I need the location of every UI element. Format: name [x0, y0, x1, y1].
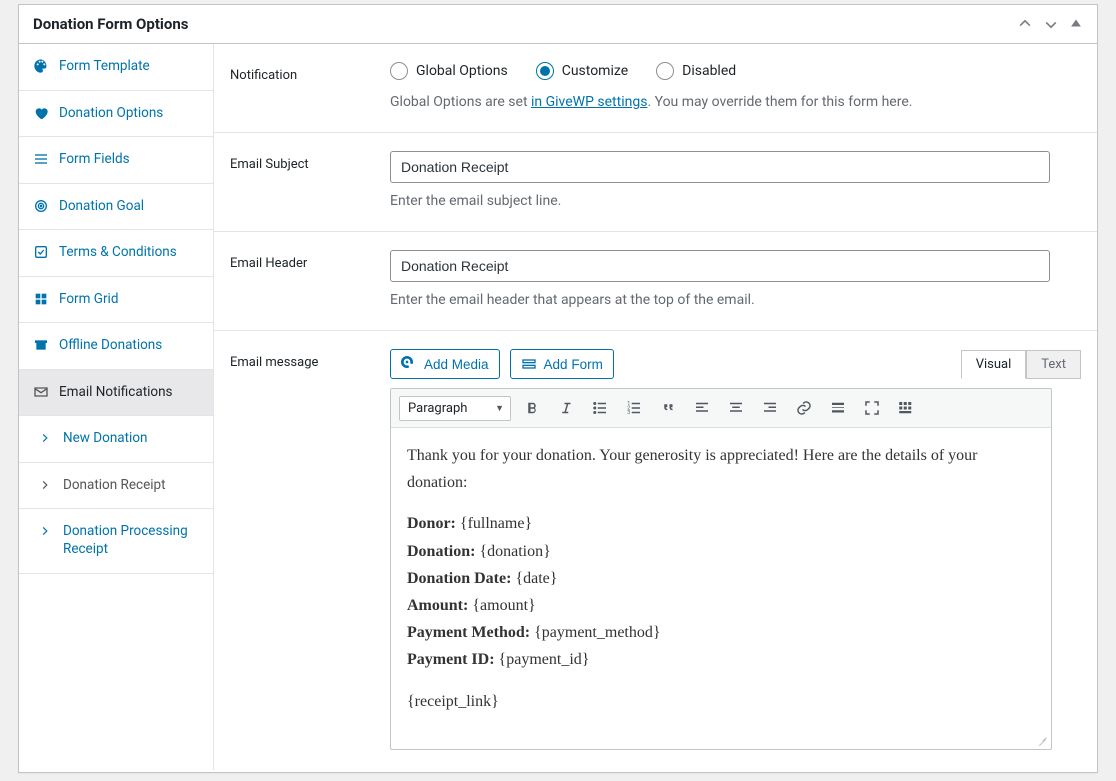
email-message-row: Email message Add Media Add Form Visual [214, 331, 1097, 770]
bold-icon[interactable] [519, 395, 545, 421]
radio-icon [536, 62, 554, 80]
chevron-right-icon [37, 523, 53, 539]
main-content: Notification Global Options Customize [214, 44, 1097, 770]
radio-disabled[interactable]: Disabled [656, 62, 736, 80]
sidebar-item-label: Donation Processing Receipt [63, 523, 188, 557]
sidebar-item-label: Terms & Conditions [59, 244, 177, 262]
sidebar-item-form-grid[interactable]: Form Grid [19, 277, 213, 324]
givewp-settings-link[interactable]: in GiveWP settings [531, 94, 647, 110]
email-subject-label: Email Subject [230, 151, 380, 209]
email-subject-help: Enter the email subject line. [390, 193, 1081, 209]
email-header-help: Enter the email header that appears at t… [390, 292, 1081, 308]
sidebar-item-donation-goal[interactable]: Donation Goal [19, 184, 213, 231]
radio-customize[interactable]: Customize [536, 62, 628, 80]
blockquote-icon[interactable] [655, 395, 681, 421]
sidebar-item-label: Form Template [59, 58, 150, 76]
sidebar-item-label: Email Notifications [59, 384, 173, 402]
panel-title: Donation Form Options [33, 15, 188, 33]
tab-text[interactable]: Text [1026, 350, 1081, 379]
panel-header: Donation Form Options [19, 5, 1097, 44]
sidebar-item-label: Form Fields [59, 151, 130, 169]
italic-icon[interactable] [553, 395, 579, 421]
radio-global-options[interactable]: Global Options [390, 62, 508, 80]
sidebar-item-form-fields[interactable]: Form Fields [19, 137, 213, 184]
editor-tabs: Visual Text [961, 350, 1081, 379]
email-header-row: Email Header Enter the email header that… [214, 232, 1097, 331]
fullscreen-icon[interactable] [859, 395, 885, 421]
sidebar-item-donation-receipt[interactable]: Donation Receipt [19, 463, 213, 510]
heart-icon [33, 105, 49, 121]
radio-icon [656, 62, 674, 80]
intro-text: Thank you for your donation. Your genero… [407, 442, 1035, 496]
sidebar-item-donation-processing-receipt[interactable]: Donation Processing Receipt [19, 509, 213, 573]
read-more-icon[interactable] [825, 395, 851, 421]
move-up-icon[interactable] [1017, 16, 1033, 32]
add-form-button[interactable]: Add Form [510, 349, 614, 379]
editor-toolbar: Paragraph 123 [391, 389, 1051, 428]
toggle-panel-icon[interactable] [1069, 16, 1083, 32]
sidebar-item-form-template[interactable]: Form Template [19, 44, 213, 91]
list-icon [33, 151, 49, 167]
bullet-list-icon[interactable] [587, 395, 613, 421]
donation-form-options-panel: Donation Form Options Form Template Dona… [18, 4, 1098, 773]
align-center-icon[interactable] [723, 395, 749, 421]
grid-icon [33, 291, 49, 307]
radio-label: Global Options [416, 63, 508, 79]
receipt-link-placeholder: {receipt_link} [407, 688, 1035, 715]
media-icon [401, 356, 417, 372]
email-subject-row: Email Subject Enter the email subject li… [214, 133, 1097, 232]
sidebar-item-label: Donation Options [59, 105, 163, 123]
sidebar-item-email-notifications[interactable]: Email Notifications [19, 370, 213, 417]
editor-box: Paragraph 123 [390, 388, 1052, 750]
chevron-right-icon [37, 477, 53, 493]
numbered-list-icon[interactable]: 123 [621, 395, 647, 421]
sidebar-item-label: Donation Goal [59, 198, 144, 216]
sidebar-item-new-donation[interactable]: New Donation [19, 416, 213, 463]
sidebar-item-label: Donation Receipt [63, 477, 166, 493]
radio-label: Disabled [682, 63, 736, 79]
toolbar-toggle-icon[interactable] [893, 395, 919, 421]
link-icon[interactable] [791, 395, 817, 421]
format-select[interactable]: Paragraph [399, 396, 511, 421]
sidebar-item-offline-donations[interactable]: Offline Donations [19, 323, 213, 370]
sidebar-item-label: Offline Donations [59, 337, 162, 355]
resize-handle-icon[interactable] [1035, 733, 1047, 745]
sidebar-item-donation-options[interactable]: Donation Options [19, 91, 213, 138]
sidebar-item-terms[interactable]: Terms & Conditions [19, 230, 213, 277]
svg-text:3: 3 [627, 410, 630, 416]
move-down-icon[interactable] [1043, 16, 1059, 32]
form-icon [521, 356, 537, 372]
notification-label: Notification [230, 62, 380, 110]
sidebar-item-label: Form Grid [59, 291, 118, 309]
notification-row: Notification Global Options Customize [214, 44, 1097, 133]
tab-visual[interactable]: Visual [961, 350, 1027, 379]
editor-top-row: Add Media Add Form Visual Text [390, 349, 1081, 379]
sidebar-item-label: New Donation [63, 430, 148, 446]
add-media-button[interactable]: Add Media [390, 349, 500, 379]
email-header-input[interactable] [390, 250, 1050, 282]
check-square-icon [33, 244, 49, 260]
align-left-icon[interactable] [689, 395, 715, 421]
email-header-label: Email Header [230, 250, 380, 308]
editor-content[interactable]: Thank you for your donation. Your genero… [391, 428, 1051, 749]
chevron-right-icon [37, 430, 53, 446]
email-message-label: Email message [230, 349, 380, 750]
radio-icon [390, 62, 408, 80]
email-subject-input[interactable] [390, 151, 1050, 183]
archive-icon [33, 337, 49, 353]
align-right-icon[interactable] [757, 395, 783, 421]
sidebar: Form Template Donation Options Form Fiel… [19, 44, 214, 770]
panel-controls [1017, 16, 1083, 32]
radio-label: Customize [562, 63, 628, 79]
palette-icon [33, 58, 49, 74]
target-icon [33, 198, 49, 214]
envelope-icon [33, 384, 49, 400]
notification-help: Global Options are set in GiveWP setting… [390, 94, 1081, 110]
notification-radio-group: Global Options Customize Disabled [390, 62, 1081, 80]
